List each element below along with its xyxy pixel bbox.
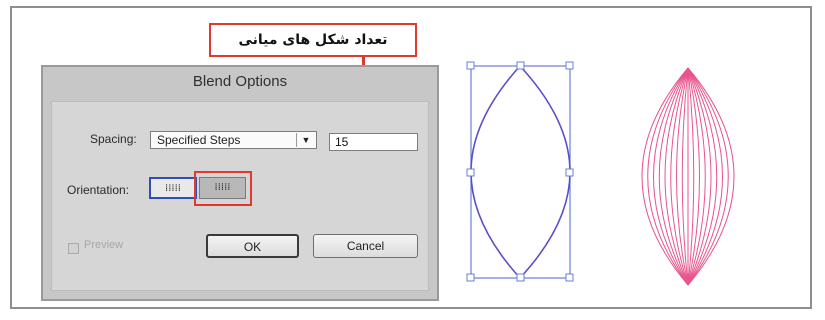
blend-curve: [681, 67, 689, 286]
blend-curve: [687, 67, 695, 286]
blend-result: [641, 67, 735, 286]
blend-curve: [658, 67, 689, 286]
blend-curve: [687, 67, 718, 286]
